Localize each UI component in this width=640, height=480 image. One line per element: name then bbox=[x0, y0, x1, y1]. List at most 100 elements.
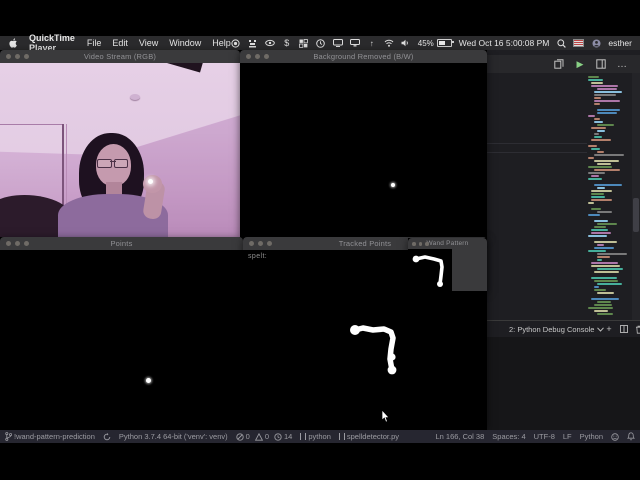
wand-pattern-window: Wand Pattern bbox=[408, 238, 487, 291]
vscode-status-bar: !wand-pattern-prediction Python 3.7.4 64… bbox=[0, 430, 640, 443]
apple-logo-icon[interactable] bbox=[9, 38, 18, 48]
points-canvas bbox=[0, 250, 243, 428]
wand-pattern-canvas bbox=[408, 249, 487, 291]
record-icon[interactable] bbox=[231, 38, 241, 48]
keystrokes-icon[interactable] bbox=[248, 38, 258, 48]
vscode-editor-toolbar: ▶ … bbox=[487, 55, 640, 73]
menu-help[interactable]: Help bbox=[212, 38, 231, 48]
traffic-lights[interactable] bbox=[6, 54, 29, 59]
display-icon[interactable] bbox=[350, 38, 360, 48]
video-stream-window: Video Stream (RGB) bbox=[0, 50, 240, 237]
wand-pattern-image bbox=[408, 249, 452, 291]
error-icon bbox=[236, 433, 244, 441]
debug-console-title[interactable]: 2: Python Debug Console bbox=[509, 325, 594, 334]
debug-console-output[interactable] bbox=[487, 337, 640, 430]
wand-pattern-empty-slot bbox=[452, 249, 487, 291]
dollar-icon[interactable]: $ bbox=[282, 38, 292, 48]
wifi-icon[interactable] bbox=[384, 38, 394, 48]
git-branch-status[interactable]: !wand-pattern-prediction bbox=[4, 432, 95, 441]
traffic-lights[interactable] bbox=[249, 241, 272, 246]
door-frame-top bbox=[0, 124, 62, 126]
points-titlebar[interactable]: Points bbox=[0, 237, 243, 250]
python-interpreter[interactable]: Python 3.7.4 64-bit ('venv': venv) bbox=[119, 432, 228, 441]
tracked-point-dot bbox=[146, 378, 151, 383]
minimap[interactable] bbox=[588, 76, 628, 320]
user-account-icon[interactable] bbox=[591, 38, 601, 48]
encoding-indicator[interactable]: UTF-8 bbox=[534, 432, 555, 441]
line-col-indicator[interactable]: Ln 166, Col 38 bbox=[435, 432, 484, 441]
sync-icon[interactable] bbox=[103, 433, 111, 441]
glasses-right-lens bbox=[114, 159, 128, 168]
split-panel-icon[interactable] bbox=[619, 325, 628, 334]
window-grid-icon[interactable] bbox=[299, 38, 309, 48]
menu-file[interactable]: File bbox=[87, 38, 102, 48]
video-stream-titlebar[interactable]: Video Stream (RGB) bbox=[0, 50, 240, 63]
add-console-icon[interactable]: + bbox=[604, 325, 613, 334]
traffic-lights[interactable] bbox=[6, 241, 29, 246]
editor-line-highlight bbox=[487, 143, 587, 144]
more-actions-icon[interactable]: … bbox=[616, 58, 628, 70]
video-stream-canvas bbox=[0, 63, 240, 237]
eol-indicator[interactable]: LF bbox=[563, 432, 572, 441]
menu-clock[interactable]: Wed Oct 16 5:00:08 PM bbox=[459, 38, 550, 48]
editor-scrollbar-thumb[interactable] bbox=[633, 198, 639, 232]
menu-bar: QuickTime Player File Edit View Window H… bbox=[0, 36, 640, 50]
trash-icon[interactable] bbox=[634, 325, 640, 334]
clock-count: 14 bbox=[284, 432, 292, 441]
indentation-indicator[interactable]: Spaces: 4 bbox=[492, 432, 525, 441]
chevron-down-icon[interactable] bbox=[597, 323, 604, 335]
menu-edit[interactable]: Edit bbox=[112, 38, 128, 48]
task-spelldetector-label: spelldetector.py bbox=[347, 432, 399, 441]
bottom-letterbox bbox=[0, 443, 640, 480]
task-python-label: python bbox=[308, 432, 331, 441]
clock-icon[interactable] bbox=[316, 38, 326, 48]
debug-console-header: 2: Python Debug Console + ^ × bbox=[487, 320, 640, 337]
menu-view[interactable]: View bbox=[139, 38, 158, 48]
volume-icon[interactable] bbox=[401, 38, 411, 48]
git-branch-icon bbox=[4, 433, 12, 441]
battery-percent: 45% bbox=[418, 39, 434, 48]
task-spelldetector[interactable]: spelldetector.py bbox=[339, 432, 399, 441]
traffic-lights[interactable] bbox=[412, 242, 429, 246]
task-python[interactable]: python bbox=[300, 432, 331, 441]
task-bars-icon bbox=[339, 433, 345, 440]
menu-window[interactable]: Window bbox=[169, 38, 201, 48]
wand-tip-light bbox=[148, 179, 153, 184]
open-changes-icon[interactable] bbox=[553, 58, 565, 70]
top-letterbox bbox=[0, 0, 640, 36]
traffic-lights[interactable] bbox=[246, 54, 269, 59]
webcam-feed bbox=[0, 63, 240, 237]
wand-pattern-glyph bbox=[408, 249, 452, 291]
input-language-flag-icon[interactable] bbox=[573, 39, 584, 47]
points-window: Points bbox=[0, 237, 243, 428]
feedback-smiley-icon[interactable] bbox=[611, 433, 619, 441]
task-bars-icon bbox=[300, 433, 306, 440]
clock-count-icon bbox=[274, 433, 282, 441]
glasses-left-lens bbox=[97, 159, 111, 168]
battery-indicator[interactable]: 45% bbox=[418, 39, 452, 48]
language-mode-indicator[interactable]: Python bbox=[580, 432, 603, 441]
wand-pattern-titlebar[interactable]: Wand Pattern bbox=[408, 238, 487, 249]
glasses-bridge bbox=[110, 161, 116, 162]
background-removed-title: Background Removed (B/W) bbox=[240, 52, 487, 61]
error-count: 0 bbox=[246, 432, 250, 441]
run-debug-icon[interactable]: ▶ bbox=[574, 58, 586, 70]
eye-icon[interactable] bbox=[265, 38, 275, 48]
notifications-bell-icon[interactable] bbox=[627, 433, 635, 441]
branch-name: !wand-pattern-prediction bbox=[14, 432, 95, 441]
screen: QuickTime Player File Edit View Window H… bbox=[0, 0, 640, 480]
background-removed-titlebar[interactable]: Background Removed (B/W) bbox=[240, 50, 487, 63]
mouse-cursor bbox=[381, 410, 391, 424]
screen-mirroring-icon[interactable] bbox=[333, 38, 343, 48]
editor-line-highlight-2 bbox=[487, 152, 587, 153]
arrow-up-icon[interactable]: ↑ bbox=[367, 38, 377, 48]
background-removed-window: Background Removed (B/W) bbox=[240, 50, 487, 237]
problems-status[interactable]: 0 0 14 bbox=[236, 432, 293, 441]
warning-count: 0 bbox=[265, 432, 269, 441]
split-editor-icon[interactable] bbox=[595, 58, 607, 70]
spotlight-search-icon[interactable] bbox=[556, 38, 566, 48]
person-hand bbox=[143, 175, 162, 192]
detected-wand-blob bbox=[391, 183, 395, 187]
menu-username[interactable]: esther bbox=[608, 38, 632, 48]
warning-icon bbox=[255, 433, 263, 441]
